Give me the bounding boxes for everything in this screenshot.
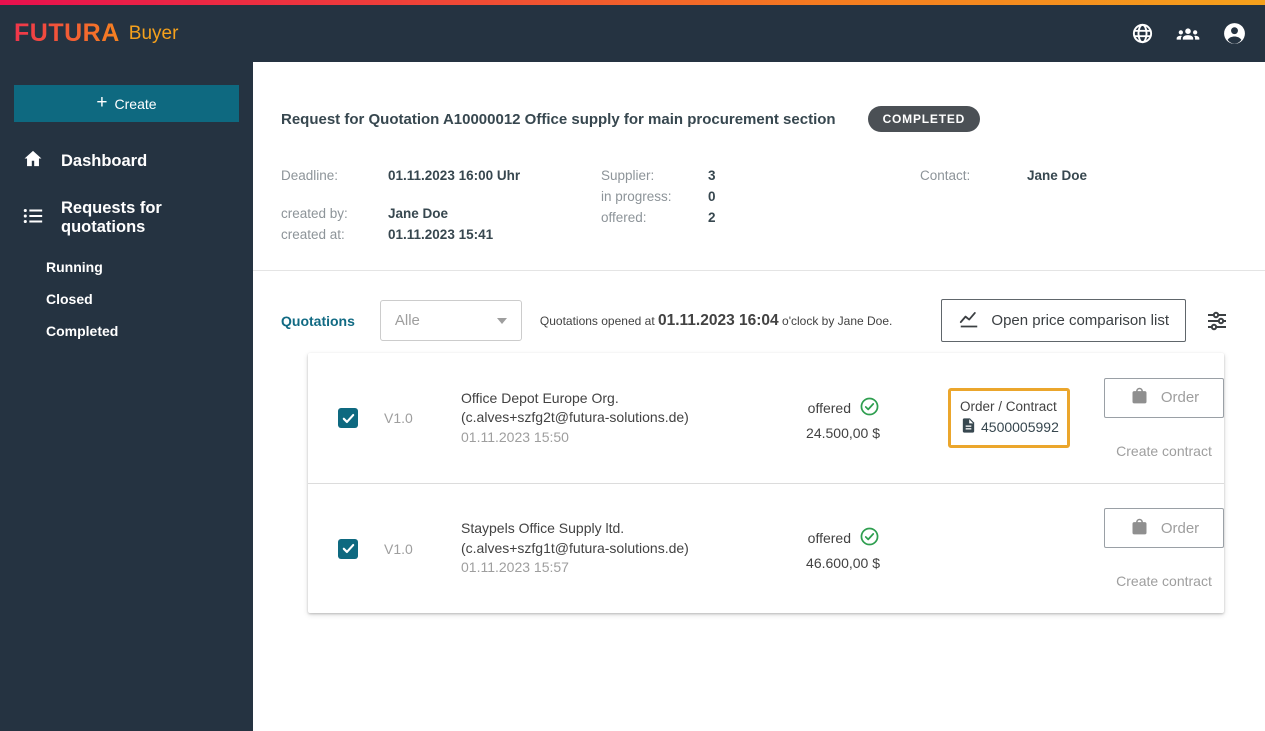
status-text: offered: [807, 399, 851, 416]
status-text: offered: [807, 530, 851, 546]
row-checkbox[interactable]: [338, 538, 358, 559]
quotation-date: 01.11.2023 15:57: [461, 559, 569, 576]
supplier-name: Office Depot Europe Org.: [461, 389, 619, 406]
globe-icon[interactable]: [1129, 21, 1155, 47]
page-title: Request for Quotation A10000012 Office s…: [281, 110, 836, 128]
supplier-count: 3: [708, 168, 716, 183]
offered-count: 2: [708, 210, 716, 225]
main-content: Request for Quotation A10000012 Office s…: [253, 62, 1265, 731]
shopping-bag-icon: [1129, 385, 1150, 410]
sidebar-item-label: Requests for quotations: [61, 199, 162, 236]
sidebar-item-running[interactable]: Running: [46, 251, 253, 283]
order-button[interactable]: Order: [1104, 377, 1224, 418]
sidebar-item-completed[interactable]: Completed: [46, 315, 253, 347]
quotation-row: V1.0 Office Depot Europe Org. (c.alves+s…: [308, 353, 1224, 483]
request-header: Request for Quotation A10000012 Office s…: [281, 62, 1265, 132]
in-progress-label: in progress:: [601, 189, 672, 204]
order-contract-highlight: Order / Contract 4500005992: [948, 388, 1070, 448]
sidebar-item-requests[interactable]: Requests for quotations: [0, 187, 253, 249]
order-button[interactable]: Order: [1104, 508, 1224, 548]
chevron-down-icon: [496, 317, 507, 324]
app-name: Buyer: [128, 22, 179, 44]
created-at-label: created at:: [281, 227, 345, 242]
filter-tune-icon[interactable]: [1205, 309, 1229, 333]
in-progress-count: 0: [708, 189, 716, 204]
supplier-email: (c.alves+szfg2t@futura-solutions.de): [461, 409, 689, 426]
order-button-label: Order: [1160, 389, 1200, 406]
create-button[interactable]: + Create: [14, 85, 239, 122]
supplier-info: Staypels Office Supply ltd. (c.alves+szf…: [461, 519, 766, 578]
check-circle-icon: [859, 526, 880, 550]
sidebar-item-dashboard[interactable]: Dashboard: [0, 136, 253, 187]
home-icon: [22, 148, 44, 175]
deadline-value: 01.11.2023 16:00 Uhr: [388, 168, 521, 183]
plus-icon: +: [96, 92, 108, 113]
supplier-name: Staypels Office Supply ltd.: [461, 520, 625, 537]
check-circle-icon: [859, 396, 880, 420]
shopping-bag-icon: [1129, 516, 1150, 541]
sidebar-subnav: Running Closed Completed: [0, 249, 253, 347]
order-contract-label: Order / Contract: [960, 399, 1057, 414]
status-badge: COMPLETED: [867, 106, 981, 132]
quotations-actions: Open price comparison list: [941, 299, 1229, 342]
quotation-version: V1.0: [384, 540, 413, 557]
users-icon[interactable]: [1175, 21, 1201, 47]
create-contract-link[interactable]: Create contract: [1116, 573, 1212, 589]
quotation-price: 46.600,00 $: [806, 555, 880, 571]
futura-logo: FUTURA: [14, 19, 120, 47]
created-by-label: created by:: [281, 206, 348, 221]
quotation-version: V1.0: [384, 410, 413, 426]
quotations-opened-text: Quotations opened at 01.11.2023 16:04 o'…: [539, 311, 893, 329]
created-at-value: 01.11.2023 15:41: [388, 227, 494, 242]
open-price-comparison-label: Open price comparison list: [991, 312, 1169, 329]
account-icon[interactable]: [1221, 21, 1247, 47]
topbar-icons: [1129, 21, 1247, 47]
order-number-link[interactable]: 4500005992: [960, 417, 1059, 437]
open-price-comparison-button[interactable]: Open price comparison list: [941, 299, 1186, 342]
create-button-label: Create: [114, 95, 157, 112]
supplier-label: Supplier:: [601, 168, 655, 183]
request-details: Deadline: 01.11.2023 16:00 Uhr created b…: [281, 168, 1265, 248]
create-contract-link[interactable]: Create contract: [1116, 443, 1212, 459]
created-by-value: Jane Doe: [388, 206, 449, 221]
quotations-card: V1.0 Office Depot Europe Org. (c.alves+s…: [308, 353, 1224, 613]
quotation-status: offered 46.600,00 $: [766, 526, 880, 571]
sidebar-nav: Dashboard Requests for quotations Runnin…: [0, 136, 253, 347]
quotation-status: offered 24.500,00 $: [766, 396, 880, 441]
quotation-date: 01.11.2023 15:50: [461, 428, 569, 445]
row-checkbox[interactable]: [338, 408, 358, 428]
quotations-section-label: Quotations: [281, 312, 355, 329]
dropdown-value: Alle: [394, 312, 420, 329]
offered-label: offered:: [601, 210, 647, 225]
order-button-label: Order: [1160, 519, 1200, 537]
document-icon: [960, 417, 977, 437]
supplier-email: (c.alves+szfg1t@futura-solutions.de): [461, 539, 689, 556]
list-icon: [22, 205, 44, 232]
contact-label: Contact:: [920, 168, 971, 183]
contact-value: Jane Doe: [1027, 168, 1088, 183]
quotations-filter-dropdown[interactable]: Alle: [379, 300, 522, 341]
quotation-row: V1.0 Staypels Office Supply ltd. (c.alve…: [308, 483, 1224, 613]
line-chart-icon: [958, 308, 980, 334]
topbar: FUTURA Buyer: [0, 5, 1265, 62]
sidebar: + Create Dashboard Requests for quotatio…: [0, 62, 253, 731]
deadline-label: Deadline:: [281, 168, 339, 183]
quotations-toolbar: Quotations Alle Quotations opened at 01.…: [281, 271, 1265, 342]
supplier-info: Office Depot Europe Org. (c.alves+szfg2t…: [461, 389, 766, 448]
order-number: 4500005992: [981, 419, 1059, 435]
quotation-price: 24.500,00 $: [806, 424, 880, 441]
sidebar-item-label: Dashboard: [61, 152, 148, 170]
quotations-opened-time: 01.11.2023 16:04: [658, 311, 779, 329]
sidebar-item-closed[interactable]: Closed: [46, 283, 253, 315]
